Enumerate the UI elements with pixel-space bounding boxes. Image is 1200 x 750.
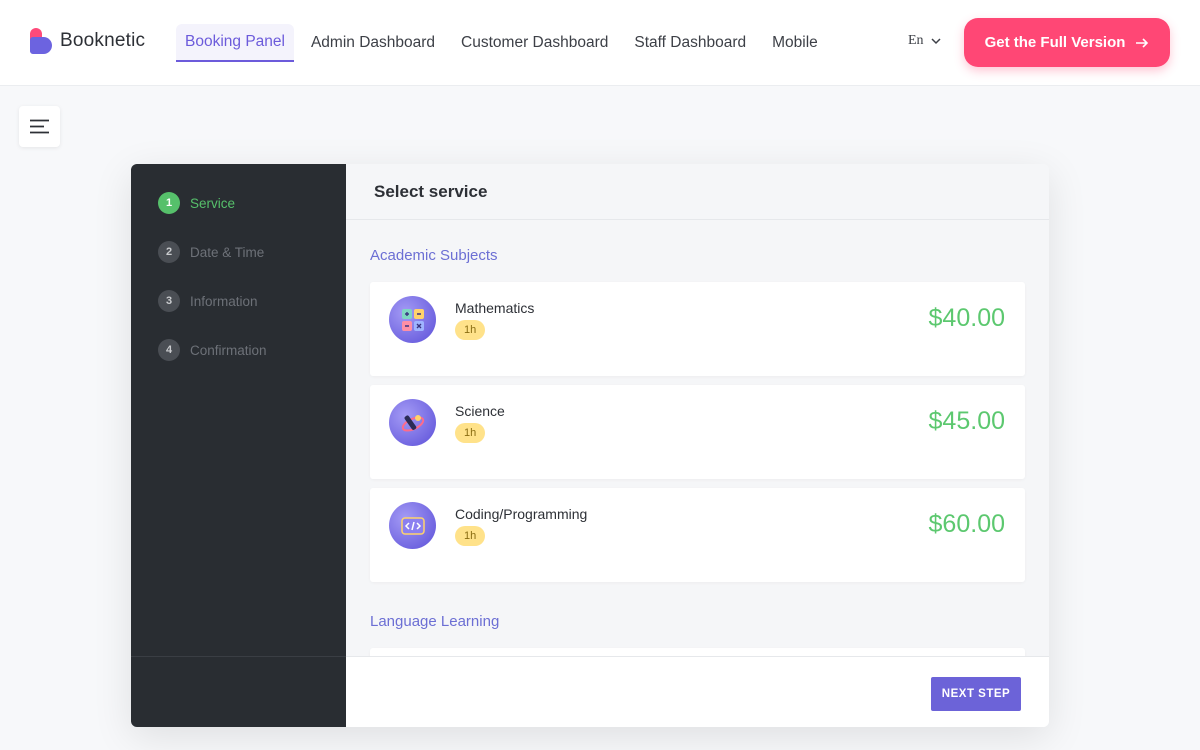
cta-label: Get the Full Version <box>984 34 1126 51</box>
steps-sidebar: 1 Service 2 Date & Time 3 Information 4 … <box>131 164 346 727</box>
next-step-button[interactable]: NEXT STEP <box>931 677 1021 711</box>
service-price: $40.00 <box>928 304 1005 332</box>
nav-admin-dashboard[interactable]: Admin Dashboard <box>302 24 444 62</box>
step-information[interactable]: 3 Information <box>158 290 258 312</box>
menu-icon <box>30 119 49 134</box>
step-confirmation[interactable]: 4 Confirmation <box>158 339 267 361</box>
service-name: Science <box>455 403 505 419</box>
step-date-time[interactable]: 2 Date & Time <box>158 241 264 263</box>
language-label: En <box>908 33 924 48</box>
service-name: Coding/Programming <box>455 506 588 522</box>
code-icon <box>389 502 436 549</box>
duration-badge: 1h <box>455 320 486 340</box>
service-card-mathematics[interactable]: Mathematics 1h $40.00 <box>370 282 1025 376</box>
step-label: Confirmation <box>190 342 267 358</box>
panel-footer: NEXT STEP <box>346 656 1049 727</box>
step-number: 4 <box>158 339 180 361</box>
logo[interactable]: Booknetic <box>30 28 145 54</box>
category-heading: Academic Subjects <box>370 247 498 264</box>
logo-icon <box>30 28 52 54</box>
arrow-right-icon <box>1136 37 1149 48</box>
telescope-icon <box>389 399 436 446</box>
language-selector[interactable]: En <box>908 33 942 49</box>
top-navbar: Booknetic Booking Panel Admin Dashboard … <box>0 0 1200 86</box>
step-number: 3 <box>158 290 180 312</box>
chevron-down-icon <box>931 38 941 45</box>
step-label: Date & Time <box>190 244 265 260</box>
step-label: Service <box>190 195 236 211</box>
brand-name: Booknetic <box>60 30 146 51</box>
hamburger-menu-button[interactable] <box>19 106 60 147</box>
sidebar-footer <box>131 656 346 727</box>
duration-badge: 1h <box>455 526 486 546</box>
service-card-coding[interactable]: Coding/Programming 1h $60.00 <box>370 488 1025 582</box>
step-number: 2 <box>158 241 180 263</box>
page-title: Select service <box>346 164 1049 220</box>
booking-panel: 1 Service 2 Date & Time 3 Information 4 … <box>131 164 1049 727</box>
service-selection: Select service Academic Subjects Mathema… <box>346 164 1049 727</box>
nav-booking-panel[interactable]: Booking Panel <box>176 24 294 62</box>
service-card-science[interactable]: Science 1h $45.00 <box>370 385 1025 479</box>
step-number: 1 <box>158 192 180 214</box>
duration-badge: 1h <box>455 423 486 443</box>
get-full-version-button[interactable]: Get the Full Version <box>964 18 1170 67</box>
calculator-icon <box>389 296 436 343</box>
step-service[interactable]: 1 Service <box>158 192 235 214</box>
nav-customer-dashboard[interactable]: Customer Dashboard <box>452 24 617 62</box>
nav-mobile[interactable]: Mobile <box>763 24 827 62</box>
service-name: Mathematics <box>455 300 535 316</box>
nav-staff-dashboard[interactable]: Staff Dashboard <box>625 24 755 62</box>
step-label: Information <box>190 293 258 309</box>
service-price: $45.00 <box>928 407 1005 435</box>
main-nav: Booking Panel Admin Dashboard Customer D… <box>176 24 835 62</box>
category-heading: Language Learning <box>370 613 500 630</box>
service-price: $60.00 <box>928 510 1005 538</box>
